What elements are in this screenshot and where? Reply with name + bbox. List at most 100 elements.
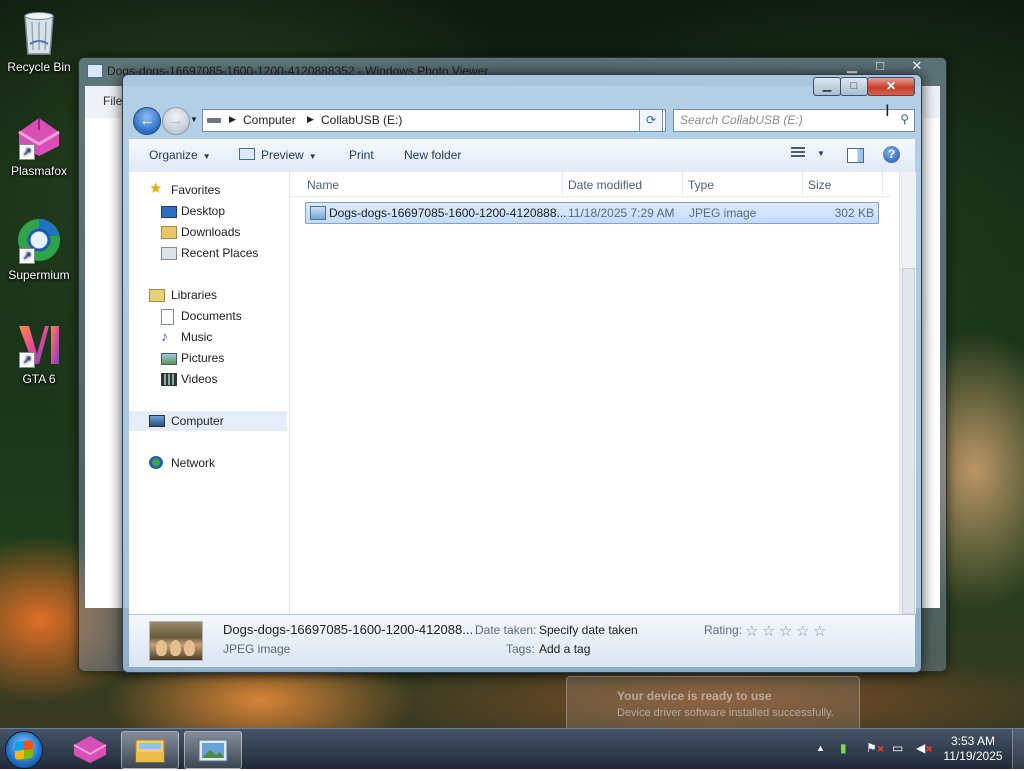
taskbar: ▲ ▮ ⚑✖ ▭ ◀✖ 3:53 AM 11/19/2025 bbox=[0, 728, 1024, 769]
rating-star-icon[interactable]: ☆ bbox=[745, 622, 758, 640]
rating-star-icon[interactable]: ☆ bbox=[762, 622, 775, 640]
date-taken-label: Date taken: bbox=[475, 623, 537, 637]
maximize-button[interactable]: □ bbox=[840, 77, 868, 96]
preview-button[interactable]: Preview ▼ bbox=[239, 148, 317, 162]
breadcrumb-separator-icon[interactable]: ▶ bbox=[307, 114, 314, 125]
new-folder-button[interactable]: New folder bbox=[404, 148, 461, 162]
nav-music[interactable]: ♪ Music bbox=[129, 327, 287, 347]
nav-videos[interactable]: Videos bbox=[129, 369, 287, 389]
notification-title: Your device is ready to use bbox=[617, 689, 772, 703]
file-list-pane: Name Date modified Type Size Dogs-dogs-1… bbox=[290, 172, 916, 614]
desktop-icon-plasmafox[interactable]: ↗ Plasmafox bbox=[2, 112, 76, 178]
puppy-shape bbox=[170, 640, 181, 656]
preview-pane-icon[interactable] bbox=[847, 148, 864, 163]
nav-libraries[interactable]: Libraries bbox=[129, 285, 287, 305]
scrollbar-thumb[interactable] bbox=[902, 268, 915, 614]
taskbar-photo-viewer[interactable] bbox=[184, 731, 242, 769]
nav-network[interactable]: Network bbox=[129, 453, 287, 473]
show-hidden-icons-button[interactable]: ▲ bbox=[816, 743, 825, 753]
refresh-button[interactable]: ⟳ bbox=[639, 109, 663, 132]
column-divider[interactable] bbox=[802, 172, 803, 194]
downloads-icon bbox=[161, 226, 177, 239]
column-header-date-modified[interactable]: Date modified bbox=[568, 178, 642, 192]
nav-label: Libraries bbox=[171, 288, 218, 302]
nav-label: Computer bbox=[171, 414, 224, 428]
photo-viewer-icon bbox=[198, 739, 228, 762]
close-button[interactable]: ✕ bbox=[867, 77, 915, 96]
nav-label: Network bbox=[171, 456, 216, 470]
network-tray-icon[interactable]: ▭ bbox=[892, 741, 903, 755]
nav-documents[interactable]: Documents bbox=[129, 306, 287, 326]
search-icon[interactable]: ⚲ bbox=[900, 112, 909, 126]
breadcrumb-computer[interactable]: Computer bbox=[243, 113, 296, 127]
nav-label: Recent Places bbox=[181, 246, 259, 260]
libraries-icon bbox=[149, 289, 165, 302]
nav-desktop[interactable]: Desktop bbox=[129, 201, 287, 221]
search-box[interactable]: ⚲ bbox=[673, 109, 915, 132]
volume-muted-icon[interactable]: ◀✖ bbox=[916, 741, 933, 755]
desktop-icon-recycle-bin[interactable]: Recycle Bin bbox=[2, 8, 76, 74]
puppy-shape bbox=[156, 640, 167, 656]
column-divider[interactable] bbox=[682, 172, 683, 194]
rating-star-icon[interactable]: ☆ bbox=[813, 622, 826, 640]
breadcrumb-collabusb[interactable]: CollabUSB (E:) bbox=[321, 113, 402, 127]
clock-date: 11/19/2025 bbox=[943, 749, 1003, 763]
device-ready-notification[interactable]: Your device is ready to use Device drive… bbox=[566, 676, 860, 728]
desktop-icon-supermium[interactable]: ↗ Supermium bbox=[2, 216, 76, 282]
nav-pictures[interactable]: Pictures bbox=[129, 348, 287, 368]
help-icon[interactable]: ? bbox=[883, 146, 900, 163]
system-clock[interactable]: 3:53 AM 11/19/2025 bbox=[938, 734, 1008, 764]
forward-button[interactable]: → bbox=[162, 107, 190, 135]
change-view-icon[interactable] bbox=[791, 147, 805, 159]
safely-remove-hardware-icon[interactable]: ▮ bbox=[840, 741, 847, 755]
error-badge-icon: ✖ bbox=[876, 744, 885, 754]
navigation-bar: ← → ▼ ▶ Computer ▶ CollabUSB (E:) ▼ ⟳ ⚲ bbox=[131, 105, 915, 135]
explorer-window[interactable]: ▁ □ ✕ ← → ▼ ▶ Computer ▶ CollabUSB (E:) … bbox=[122, 74, 922, 673]
photo-viewer-close-button[interactable]: ✕ bbox=[903, 58, 931, 74]
nav-computer[interactable]: Computer bbox=[129, 411, 287, 431]
pictures-icon bbox=[161, 353, 177, 365]
navigation-pane: ★ Favorites Desktop Downloads Recent Pla… bbox=[129, 172, 290, 614]
date-taken-value[interactable]: Specify date taken bbox=[539, 623, 638, 637]
drive-icon bbox=[207, 118, 221, 123]
file-date-modified: 11/18/2025 7:29 AM bbox=[568, 206, 675, 220]
nav-recent-places[interactable]: Recent Places bbox=[129, 243, 287, 263]
file-row[interactable]: Dogs-dogs-16697085-1600-1200-4120888... … bbox=[305, 202, 879, 224]
tags-value[interactable]: Add a tag bbox=[539, 642, 590, 656]
jpeg-file-icon bbox=[310, 206, 326, 220]
print-button[interactable]: Print bbox=[349, 148, 374, 162]
show-desktop-button[interactable] bbox=[1012, 729, 1024, 769]
desktop-icon bbox=[161, 206, 177, 218]
vertical-scrollbar[interactable] bbox=[899, 172, 916, 614]
photo-viewer-maximize-button[interactable]: □ bbox=[869, 58, 891, 74]
rating-star-icon[interactable]: ☆ bbox=[796, 622, 809, 640]
address-bar[interactable]: ▶ Computer ▶ CollabUSB (E:) ▼ bbox=[202, 109, 666, 132]
column-header-type[interactable]: Type bbox=[688, 178, 714, 192]
recent-pages-dropdown[interactable]: ▼ bbox=[190, 115, 198, 124]
windows-logo-icon bbox=[15, 740, 33, 760]
organize-label: Organize bbox=[149, 148, 198, 162]
column-header-name[interactable]: Name bbox=[307, 178, 339, 192]
photo-viewer-minimize-button[interactable]: ▁ bbox=[841, 58, 863, 74]
taskbar-plasmafox[interactable] bbox=[62, 731, 118, 767]
organize-button[interactable]: Organize ▼ bbox=[149, 148, 211, 162]
rating-star-icon[interactable]: ☆ bbox=[779, 622, 792, 640]
action-center-flag-icon[interactable]: ⚑✖ bbox=[866, 741, 884, 755]
start-button[interactable] bbox=[5, 731, 43, 769]
column-divider[interactable] bbox=[562, 172, 563, 194]
nav-favorites[interactable]: ★ Favorites bbox=[129, 180, 287, 200]
desktop-icon-gta6[interactable]: ↗ GTA 6 bbox=[2, 320, 76, 386]
breadcrumb-separator-icon[interactable]: ▶ bbox=[229, 114, 236, 125]
back-button[interactable]: ← bbox=[133, 107, 161, 135]
taskbar-windows-explorer[interactable] bbox=[121, 731, 179, 769]
desktop-icon-label: GTA 6 bbox=[22, 372, 56, 386]
documents-icon bbox=[161, 309, 174, 325]
search-input[interactable] bbox=[674, 110, 892, 129]
nav-label: Downloads bbox=[181, 225, 241, 239]
column-header-size[interactable]: Size bbox=[808, 178, 831, 192]
photo-viewer-file-menu[interactable]: File bbox=[103, 94, 122, 108]
column-divider[interactable] bbox=[882, 172, 883, 194]
minimize-button[interactable]: ▁ bbox=[813, 77, 841, 96]
view-options-dropdown-icon[interactable]: ▼ bbox=[817, 149, 825, 158]
nav-downloads[interactable]: Downloads bbox=[129, 222, 287, 242]
